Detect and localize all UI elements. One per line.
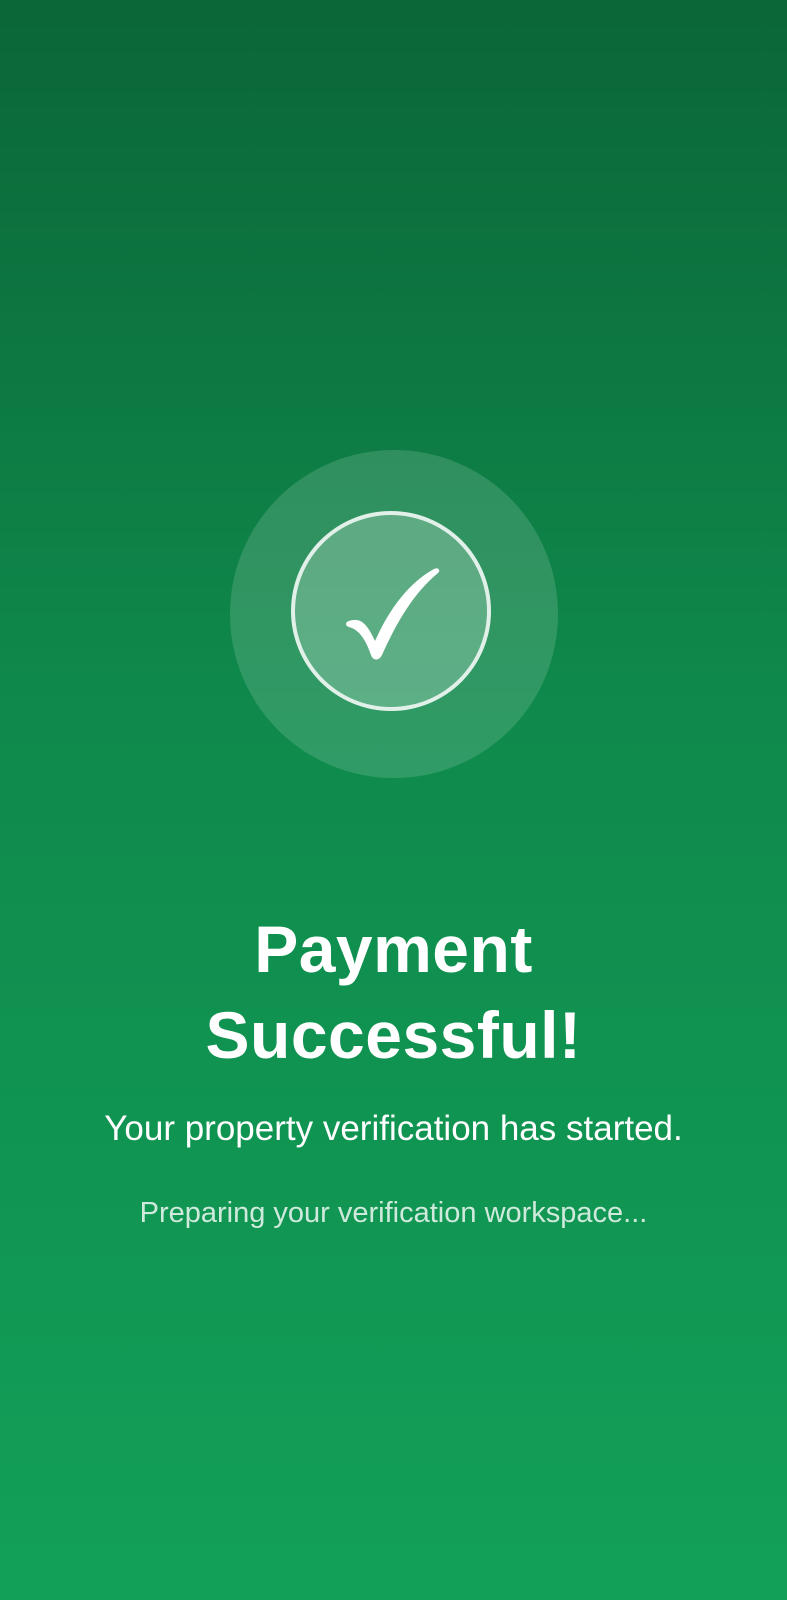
verification-started-message: Your property verification has started.	[104, 1109, 683, 1148]
page-title: Payment Successful!	[205, 912, 582, 1073]
check-circle-icon	[346, 568, 440, 660]
workspace-preparing-status: Preparing your verification workspace...	[139, 1197, 648, 1229]
payment-success-screen: Payment Successful! Your property verifi…	[0, 0, 787, 1600]
success-check-badge	[291, 511, 491, 711]
